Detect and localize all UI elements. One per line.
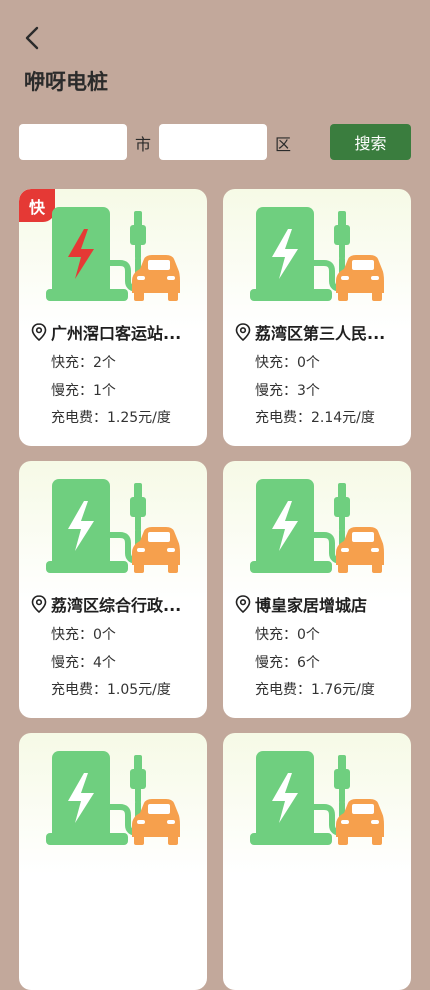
station-card[interactable]: 荔湾区第三人民... 快充：0个 慢充：3个 充电费：2.14元/度 — [223, 189, 411, 446]
charging-fee: 充电费：1.05元/度 — [51, 682, 171, 698]
charging-station-icon — [46, 751, 180, 845]
fast-charger-count: 快充：0个 — [255, 355, 320, 371]
location-pin-icon — [235, 323, 251, 341]
slow-charger-count: 慢充：1个 — [51, 383, 116, 399]
station-card[interactable]: 博皇家居增城店 快充：0个 慢充：6个 充电费：1.76元/度 — [223, 461, 411, 718]
slow-charger-count: 慢充：4个 — [51, 655, 116, 671]
charging-fee: 充电费：1.25元/度 — [51, 410, 171, 426]
page-title: 咿呀电桩 — [24, 70, 108, 94]
slow-charger-count: 慢充：3个 — [255, 383, 320, 399]
station-name-row: 荔湾区综合行政... — [31, 593, 201, 615]
district-input[interactable] — [159, 124, 267, 160]
fast-charger-count: 快充：2个 — [51, 355, 116, 371]
station-card[interactable] — [223, 733, 411, 990]
station-name-row: 荔湾区第三人民... — [235, 321, 405, 343]
station-name: 博皇家居增城店 — [255, 596, 368, 615]
slow-charger-count: 慢充：6个 — [255, 655, 320, 671]
location-pin-icon — [31, 595, 47, 613]
search-button[interactable]: 搜索 — [330, 124, 411, 160]
station-name: 荔湾区第三人民... — [255, 324, 386, 343]
charging-fee: 充电费：2.14元/度 — [255, 410, 375, 426]
station-name: 荔湾区综合行政... — [51, 596, 182, 615]
fast-charger-count: 快充：0个 — [255, 627, 320, 643]
station-name: 广州滘口客运站... — [51, 324, 182, 343]
station-card[interactable] — [19, 733, 207, 990]
search-bar: 市 区 搜索 — [19, 124, 411, 160]
chevron-left-icon — [25, 26, 39, 50]
charging-station-icon — [250, 479, 384, 573]
station-name-row: 博皇家居增城店 — [235, 593, 405, 615]
charging-fee: 充电费：1.76元/度 — [255, 682, 375, 698]
back-button[interactable] — [18, 24, 46, 52]
app-header: 咿呀电桩 — [0, 0, 430, 110]
station-name-row: 广州滘口客运站... — [31, 321, 201, 343]
charging-station-icon — [250, 751, 384, 845]
station-card[interactable]: 荔湾区综合行政... 快充：0个 慢充：4个 充电费：1.05元/度 — [19, 461, 207, 718]
charging-station-icon — [250, 207, 384, 301]
location-pin-icon — [235, 595, 251, 613]
charging-station-icon — [46, 207, 180, 301]
district-label: 区 — [275, 135, 292, 154]
fast-charger-count: 快充：0个 — [51, 627, 116, 643]
location-pin-icon — [31, 323, 47, 341]
station-card[interactable]: 快 广州滘口客运站... 快充：2个 慢充：1个 充电费：1.25元/度 — [19, 189, 207, 446]
charging-station-icon — [46, 479, 180, 573]
city-input[interactable] — [19, 124, 127, 160]
city-label: 市 — [135, 135, 152, 154]
